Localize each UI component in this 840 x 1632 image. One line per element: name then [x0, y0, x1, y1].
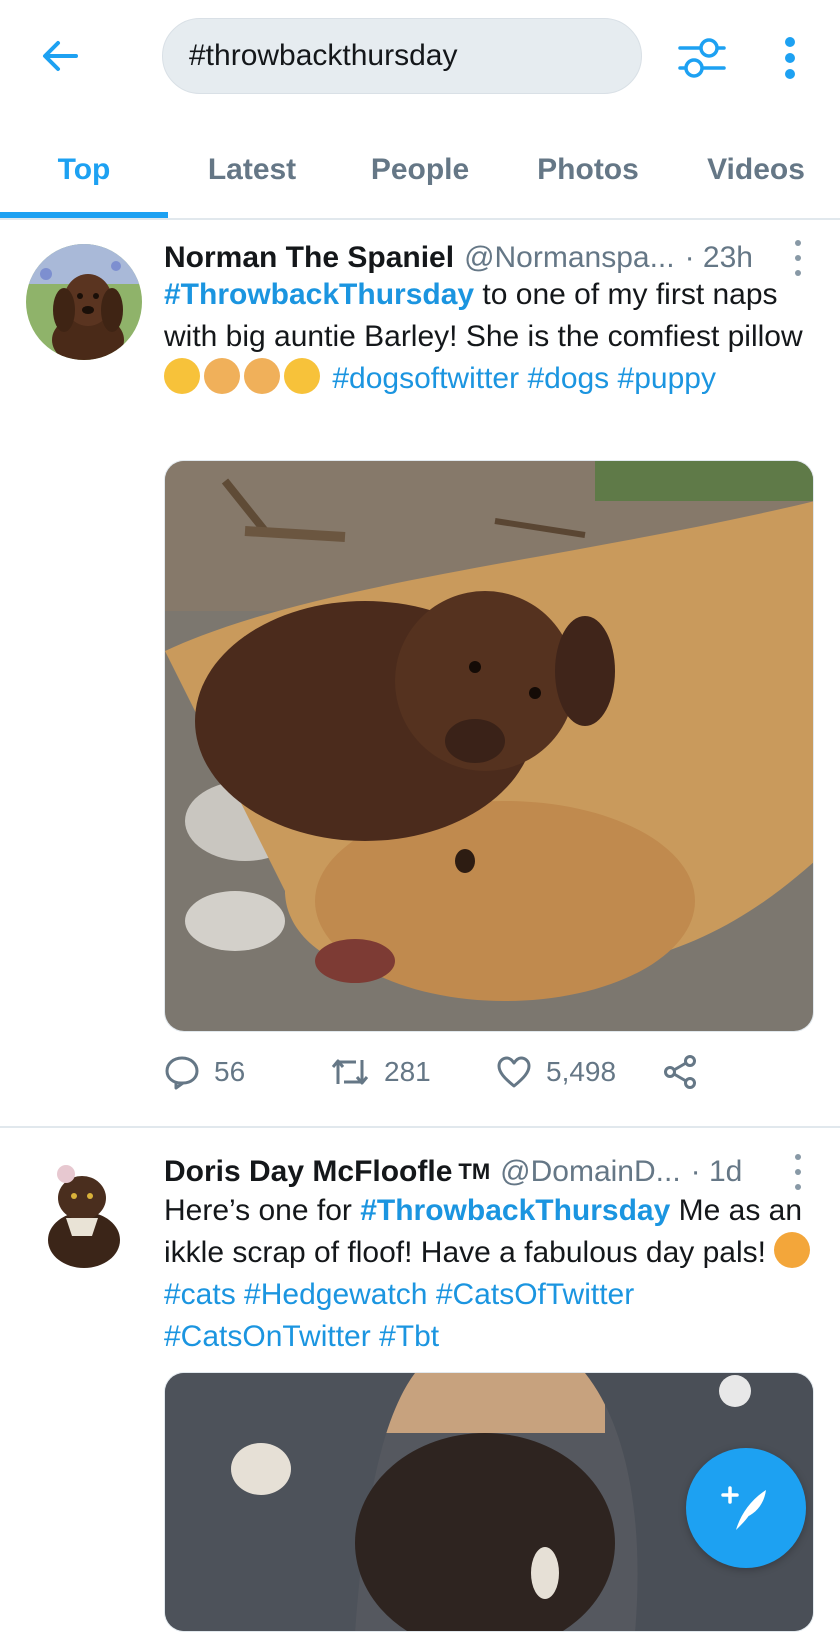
sliders-icon	[678, 38, 726, 78]
avatar-cat-image	[26, 1156, 142, 1272]
active-tab-indicator	[0, 212, 168, 218]
compose-tweet-button[interactable]	[686, 1448, 806, 1568]
tab-label: People	[370, 153, 470, 186]
search-filter-button[interactable]	[672, 30, 732, 86]
tweet-menu-button[interactable]	[788, 240, 808, 276]
search-query: #throwbackthursday	[189, 39, 458, 72]
author-handle[interactable]: @Normanspa...	[464, 241, 675, 275]
search-tabs: Top Latest People Photos Videos	[0, 122, 840, 220]
tweet[interactable]: Norman The Spaniel @Normanspa... · 23h #…	[0, 236, 840, 1106]
back-button[interactable]	[34, 30, 86, 82]
tweet-divider	[0, 1126, 840, 1128]
emoji-dog-face	[244, 358, 280, 394]
emoji-heart-eyes-cat	[774, 1232, 811, 1268]
like-count: 5,498	[546, 1056, 617, 1087]
more-options-button[interactable]	[766, 30, 814, 86]
retweet-button[interactable]: 281	[330, 1044, 431, 1100]
share-icon	[664, 1055, 696, 1089]
trademark-badge: TM	[458, 1159, 491, 1184]
emoji-dog-face	[204, 358, 240, 394]
tab-label: Photos	[537, 153, 639, 186]
author-handle[interactable]: @DomainD...	[500, 1155, 681, 1189]
avatar[interactable]	[26, 244, 142, 360]
avatar-puppy-image	[26, 244, 142, 360]
tab-people[interactable]: People	[336, 122, 504, 218]
tweet-text: Here’s one for #ThrowbackThursday Me as …	[164, 1190, 816, 1358]
tab-label: Latest	[207, 153, 297, 186]
reply-icon	[165, 1056, 199, 1090]
author-name[interactable]: Norman The Spaniel	[164, 241, 454, 275]
tweet-time: · 1d	[690, 1155, 743, 1188]
hashtag-link[interactable]: #ThrowbackThursday	[360, 1194, 670, 1227]
tweet-menu-button[interactable]	[788, 1154, 808, 1190]
tweet-text: #ThrowbackThursday to one of my first na…	[164, 274, 816, 400]
tweet-actions: 56 281 5,498	[164, 1044, 724, 1100]
tab-photos[interactable]: Photos	[504, 122, 672, 218]
avatar[interactable]	[26, 1156, 142, 1272]
tweet-header: Doris Day McFloofle TM @DomainD... · 1d	[164, 1150, 814, 1194]
hashtag-link[interactable]: #ThrowbackThursday	[164, 278, 474, 311]
tweet-time: · 23h	[684, 241, 753, 274]
hashtag-links[interactable]: #cats #Hedgewatch #CatsOfTwitter #CatsOn…	[164, 1278, 634, 1353]
tweet-photo[interactable]	[164, 460, 814, 1032]
tab-top[interactable]: Top	[0, 122, 168, 218]
reply-count: 56	[214, 1056, 246, 1087]
tab-videos[interactable]: Videos	[672, 122, 840, 218]
emoji-smiling-face-with-hearts	[164, 358, 200, 394]
vertical-dots-icon	[785, 37, 795, 79]
tab-latest[interactable]: Latest	[168, 122, 336, 218]
top-bar: #throwbackthursday	[0, 0, 840, 112]
emoji-smiling-face-with-hearts	[284, 358, 320, 394]
retweet-icon	[331, 1059, 369, 1085]
compose-feather-icon	[721, 1486, 766, 1530]
author-name[interactable]: Doris Day McFloofle	[164, 1155, 452, 1189]
tweet-body-lead: Here’s one for	[164, 1194, 361, 1227]
photo-puppy-on-dog	[165, 461, 813, 1031]
search-input[interactable]: #throwbackthursday	[162, 18, 642, 94]
reply-button[interactable]: 56	[164, 1044, 245, 1100]
share-button[interactable]	[662, 1044, 712, 1100]
like-button[interactable]: 5,498	[496, 1044, 616, 1100]
heart-icon	[497, 1056, 531, 1088]
hashtag-links[interactable]: #dogsoftwitter #dogs #puppy	[332, 362, 716, 395]
tab-label: Top	[57, 153, 111, 186]
tab-label: Videos	[707, 153, 805, 186]
arrow-left-icon	[43, 41, 78, 71]
retweet-count: 281	[384, 1056, 431, 1087]
